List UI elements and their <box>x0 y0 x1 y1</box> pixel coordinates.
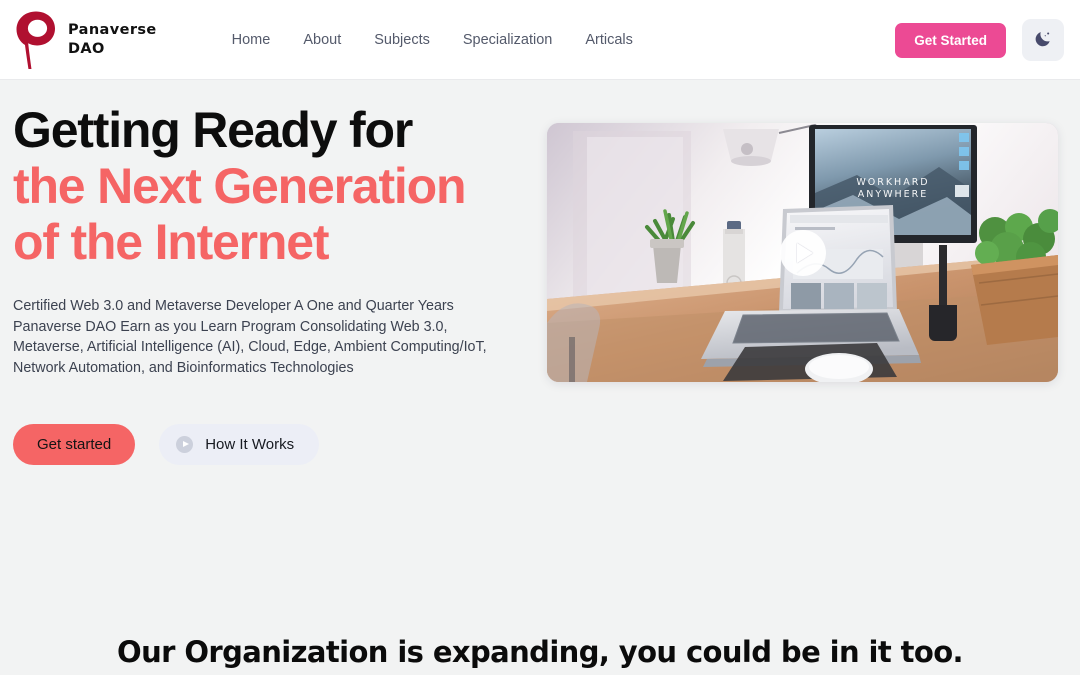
nav-item-specialization[interactable]: Specialization <box>463 32 552 48</box>
header-actions: Get Started <box>895 19 1064 61</box>
get-started-button[interactable]: Get started <box>13 423 136 465</box>
hero-media: WORKHARD ANYWHERE <box>547 102 1058 465</box>
svg-text:WORKHARD: WORKHARD <box>856 177 929 188</box>
svg-text:ANYWHERE: ANYWHERE <box>858 189 929 200</box>
nav-item-articals[interactable]: Articals <box>585 32 633 48</box>
play-circle-icon <box>176 435 194 453</box>
panaverse-pin-logo-icon <box>13 9 59 71</box>
get-started-header-button[interactable]: Get Started <box>895 22 1006 58</box>
page-title: Getting Ready for the Next Generation of… <box>13 102 513 270</box>
hero-title-line-3: of the Internet <box>13 214 330 270</box>
site-header: Panaverse DAO Home About Subjects Specia… <box>0 0 1080 80</box>
hero-video-card[interactable]: WORKHARD ANYWHERE <box>547 123 1058 382</box>
brand-name: Panaverse DAO <box>68 21 157 57</box>
play-button-icon[interactable] <box>779 229 826 276</box>
how-it-works-label: How It Works <box>205 435 295 453</box>
hero-title-line-2: the Next Generation <box>13 158 467 214</box>
hero-section: Getting Ready for the Next Generation of… <box>0 80 1080 465</box>
moon-icon <box>1033 29 1053 52</box>
dark-mode-toggle-button[interactable] <box>1022 19 1064 61</box>
organization-section: Our Organization is expanding, you could… <box>0 635 1080 669</box>
organization-heading: Our Organization is expanding, you could… <box>117 634 964 669</box>
brand-logo[interactable]: Panaverse DAO <box>13 9 157 71</box>
nav-item-subjects[interactable]: Subjects <box>374 32 430 48</box>
how-it-works-button[interactable]: How It Works <box>159 423 320 465</box>
hero-title-line-1: Getting Ready for <box>13 102 413 158</box>
hero-description: Certified Web 3.0 and Metaverse Develope… <box>13 298 487 377</box>
hero-content: Getting Ready for the Next Generation of… <box>13 102 513 465</box>
main-navigation: Home About Subjects Specialization Artic… <box>232 32 633 48</box>
nav-item-home[interactable]: Home <box>232 32 271 48</box>
nav-item-about[interactable]: About <box>303 32 341 48</box>
hero-cta-group: Get started How It Works <box>13 423 513 465</box>
